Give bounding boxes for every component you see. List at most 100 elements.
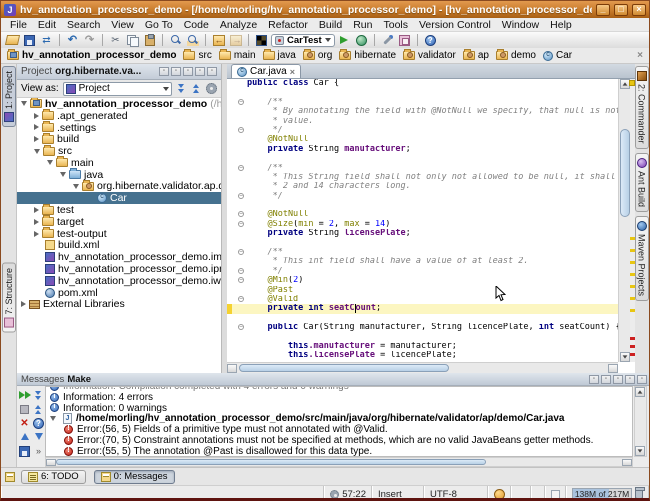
messages-vertical-scrollbar[interactable]: [634, 386, 647, 457]
find-icon[interactable]: [168, 33, 183, 47]
fold-marker-icon[interactable]: −: [238, 211, 244, 217]
forward-icon[interactable]: [228, 33, 243, 47]
tree-open-arrow-icon[interactable]: [47, 160, 53, 165]
back-icon[interactable]: [211, 33, 226, 47]
close-icon[interactable]: ✕: [18, 416, 31, 430]
tree-open-arrow-icon[interactable]: [21, 101, 27, 106]
code-line[interactable]: * 2 and 14 characters long.: [227, 182, 618, 191]
paste-icon[interactable]: [142, 33, 157, 47]
fold-marker-icon[interactable]: −: [238, 127, 244, 133]
undo-icon[interactable]: [65, 33, 80, 47]
code-line[interactable]: this.licensePlate = licencePlate;: [227, 351, 618, 360]
code-line[interactable]: [227, 201, 618, 210]
insert-mode-cell[interactable]: Insert: [372, 486, 424, 501]
tree-item-Car[interactable]: Car: [17, 192, 221, 204]
tool-button-ant-build[interactable]: Ant Build: [635, 153, 649, 212]
fold-marker-icon[interactable]: −: [238, 99, 244, 105]
code-line[interactable]: − @Size(min = 2, max = 14): [227, 220, 618, 229]
code-line[interactable]: private String manufacturer;: [227, 145, 618, 154]
tree-item-pom.xml[interactable]: pom.xml: [17, 287, 221, 299]
maximize-icon[interactable]: ▫: [601, 375, 611, 384]
gear-icon[interactable]: [206, 83, 217, 94]
menu-edit[interactable]: Edit: [33, 19, 61, 31]
close-button[interactable]: ×: [632, 4, 646, 16]
warning-stripe-mark[interactable]: [630, 249, 635, 252]
fold-marker-icon[interactable]: −: [238, 165, 244, 171]
menu-refactor[interactable]: Refactor: [263, 19, 313, 31]
copy-icon[interactable]: [125, 33, 140, 47]
scrollbar-thumb[interactable]: [239, 364, 449, 372]
tree-item-build[interactable]: build: [17, 133, 221, 145]
code-line[interactable]: [227, 154, 618, 163]
code-line[interactable]: [227, 239, 618, 248]
code-line[interactable]: − public Car(String manufacturer, String…: [227, 323, 618, 332]
lock-checkbox[interactable]: [551, 490, 560, 499]
tree-item-main[interactable]: main: [17, 157, 221, 169]
code-line[interactable]: @Past: [227, 286, 618, 295]
hide-icon[interactable]: ▫: [195, 67, 205, 76]
code-line[interactable]: * value.: [227, 117, 618, 126]
messages-horizontal-scrollbar[interactable]: [45, 457, 633, 467]
breadcrumb-org[interactable]: org: [303, 50, 332, 61]
warning-stripe-mark[interactable]: [630, 297, 635, 300]
fold-marker-icon[interactable]: −: [238, 324, 244, 330]
messages-list[interactable]: Information: Compilation completed with …: [45, 386, 633, 457]
replace-icon[interactable]: [185, 33, 200, 47]
encoding-cell[interactable]: UTF-8: [424, 486, 488, 501]
code-line[interactable]: private int seatCount;: [227, 304, 618, 313]
code-line[interactable]: private String licensePlate;: [227, 229, 618, 238]
menu-run[interactable]: Run: [348, 19, 377, 31]
fold-marker-icon[interactable]: −: [238, 249, 244, 255]
settings-icon[interactable]: [380, 33, 395, 47]
tool-button-1-project[interactable]: 1: Project: [2, 66, 16, 127]
down-icon[interactable]: [32, 430, 45, 444]
code-line[interactable]: − */: [227, 192, 618, 201]
breadcrumb-hv_annotation_processor_demo[interactable]: hv_annotation_processor_demo: [7, 50, 176, 61]
tool-button-7-structure[interactable]: 7: Structure: [2, 263, 16, 333]
scroll-to-source-icon[interactable]: ▫: [613, 375, 623, 384]
scroll-down-arrow[interactable]: [620, 352, 630, 362]
breadcrumb-java[interactable]: java: [263, 50, 296, 61]
breadcrumb-demo[interactable]: demo: [496, 50, 536, 61]
title-bar[interactable]: J hv_annotation_processor_demo - [/home/…: [1, 1, 649, 18]
code-line[interactable]: − /**: [227, 98, 618, 107]
memory-indicator-cell[interactable]: 138M of 217M: [566, 486, 649, 501]
scroll-up-arrow[interactable]: [635, 387, 645, 397]
code-line[interactable]: this.manufacturer = manufacturer;: [227, 342, 618, 351]
expand-all-icon[interactable]: [176, 83, 187, 94]
tree-item-hv_annotation_processor_demo.ipr[interactable]: hv_annotation_processor_demo.ipr: [17, 263, 221, 275]
tree-closed-arrow-icon[interactable]: [34, 124, 39, 130]
warning-stripe-mark[interactable]: [630, 273, 635, 276]
error-stripe-mark[interactable]: [630, 337, 635, 340]
hide-icon[interactable]: ▫: [625, 375, 635, 384]
fold-marker-icon[interactable]: −: [238, 221, 244, 227]
tree-closed-arrow-icon[interactable]: [34, 207, 39, 213]
expand-all-icon[interactable]: [32, 388, 45, 402]
breadcrumb-ap[interactable]: ap: [463, 50, 489, 61]
tree-item-org.hibernate.validator.ap.demo[interactable]: org.hibernate.validator.ap.demo: [17, 181, 221, 193]
maximize-icon[interactable]: ▫: [171, 67, 181, 76]
code-line[interactable]: [227, 333, 618, 342]
export-icon[interactable]: [18, 444, 31, 458]
message-line[interactable]: Error:(70, 5) Constraint annotations mus…: [46, 435, 632, 446]
message-line[interactable]: Error:(56, 5) Fields of a primitive type…: [46, 424, 632, 435]
scroll-right-arrow[interactable]: [608, 364, 618, 373]
menu-view[interactable]: View: [106, 19, 139, 31]
menu-analyze[interactable]: Analyze: [215, 19, 262, 31]
up-icon[interactable]: [18, 430, 31, 444]
code-line[interactable]: − @Min(2): [227, 276, 618, 285]
message-line[interactable]: /home/morling/hv_annotation_processor_de…: [46, 413, 632, 424]
breadcrumb-validator[interactable]: validator: [403, 50, 456, 61]
menu-build[interactable]: Build: [314, 19, 347, 31]
tree-item-hv_annotation_processor_demo.iml[interactable]: hv_annotation_processor_demo.iml: [17, 251, 221, 263]
tree-open-arrow-icon[interactable]: [50, 416, 56, 421]
code-line[interactable]: @NotNull: [227, 135, 618, 144]
code-line[interactable]: * This String field shall not only not a…: [227, 173, 618, 182]
editor-horizontal-scrollbar[interactable]: [227, 362, 618, 373]
memory-indicator[interactable]: 138M of 217M: [572, 488, 632, 500]
message-line[interactable]: Information: 4 errors: [46, 392, 632, 403]
menu-file[interactable]: File: [5, 19, 32, 31]
tree-item-.settings[interactable]: .settings: [17, 122, 221, 134]
menu-version-control[interactable]: Version Control: [414, 19, 496, 31]
readonly-toggle-cell[interactable]: [545, 486, 566, 501]
